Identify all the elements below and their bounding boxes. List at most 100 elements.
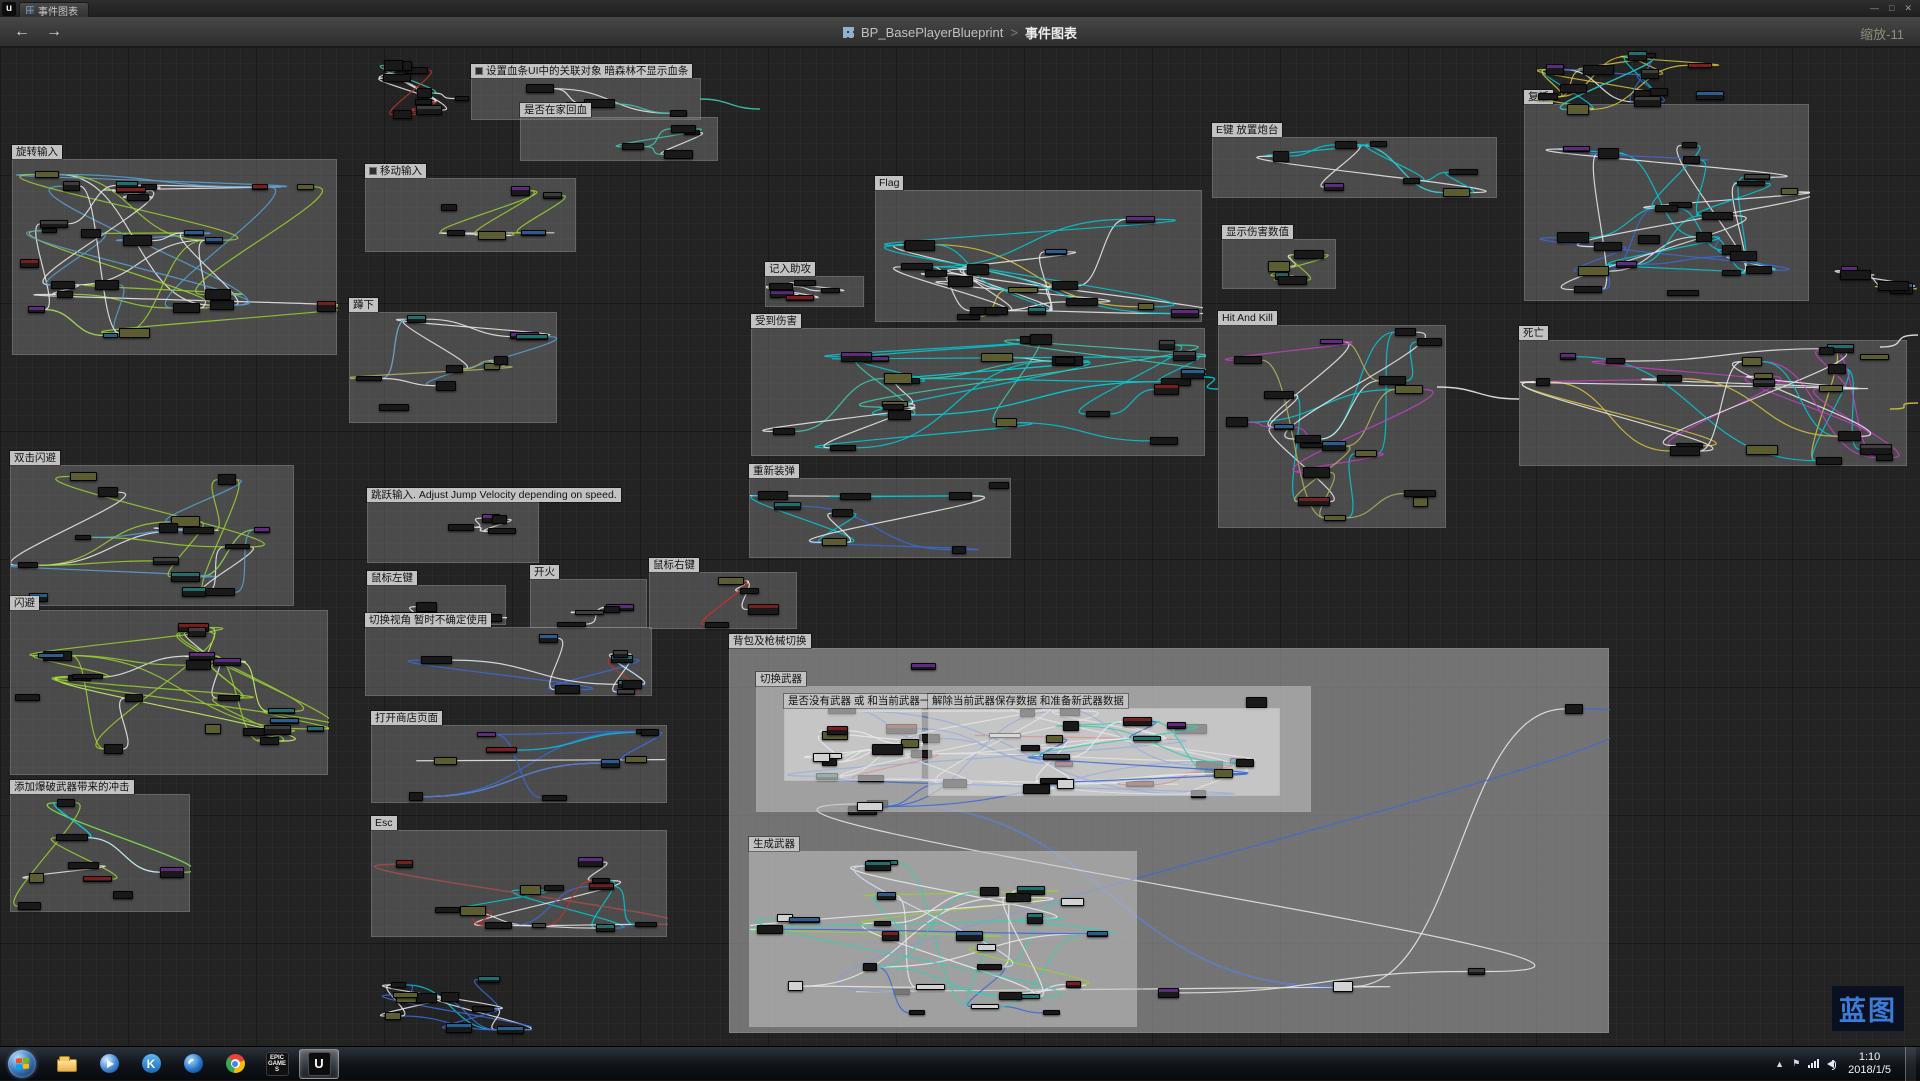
blueprint-node[interactable]	[1295, 435, 1321, 443]
comment-title[interactable]: E键 放置炮台	[1212, 123, 1282, 137]
blueprint-node[interactable]	[40, 220, 67, 227]
blueprint-node[interactable]	[1816, 457, 1843, 465]
blueprint-node[interactable]	[1594, 242, 1622, 250]
blueprint-node[interactable]	[51, 281, 75, 290]
blueprint-node[interactable]	[478, 976, 500, 983]
taskbar-unreal-editor-button[interactable]: U	[299, 1049, 339, 1079]
blueprint-node[interactable]	[1840, 270, 1870, 281]
blueprint-node[interactable]	[840, 493, 871, 499]
blueprint-node[interactable]	[213, 658, 241, 667]
blueprint-node[interactable]	[1746, 445, 1778, 454]
blueprint-node[interactable]	[1063, 721, 1079, 731]
blueprint-node[interactable]	[1641, 69, 1659, 79]
taskbar-epic-launcher-button[interactable]: EPIC GAMES	[257, 1049, 297, 1079]
blueprint-node[interactable]	[42, 228, 57, 233]
blueprint-node[interactable]	[393, 992, 418, 999]
blueprint-node[interactable]	[1753, 379, 1775, 387]
blueprint-node[interactable]	[1226, 417, 1248, 427]
blueprint-node[interactable]	[521, 230, 546, 236]
blueprint-node[interactable]	[1214, 769, 1232, 778]
blueprint-node[interactable]	[1546, 64, 1564, 75]
blueprint-node[interactable]	[409, 792, 423, 800]
blueprint-node[interactable]	[28, 306, 44, 313]
comment-title[interactable]: 是否在家回血	[520, 103, 591, 117]
blueprint-node[interactable]	[1264, 391, 1294, 399]
blueprint-node[interactable]	[916, 984, 945, 990]
blueprint-node[interactable]	[104, 744, 122, 754]
comment-title[interactable]: 重新装弹	[749, 464, 799, 478]
blueprint-node[interactable]	[435, 907, 459, 912]
blueprint-node[interactable]	[1030, 334, 1052, 344]
blueprint-node[interactable]	[254, 527, 270, 533]
comment-group[interactable]: 受到伤害	[751, 328, 1205, 456]
blueprint-node[interactable]	[539, 634, 558, 643]
blueprint-node[interactable]	[1335, 141, 1357, 149]
blueprint-node[interactable]	[1268, 261, 1289, 272]
blueprint-node[interactable]	[416, 993, 437, 1003]
comment-title[interactable]: 蹲下	[349, 298, 378, 312]
blueprint-node[interactable]	[1536, 378, 1550, 386]
blueprint-node[interactable]	[1028, 307, 1046, 315]
blueprint-node[interactable]	[635, 922, 657, 927]
blueprint-node[interactable]	[901, 263, 932, 270]
blueprint-node[interactable]	[1449, 169, 1478, 175]
blueprint-node[interactable]	[1167, 722, 1186, 729]
blueprint-node[interactable]	[718, 577, 744, 585]
comment-title[interactable]: 闪避	[10, 596, 39, 610]
blueprint-node[interactable]	[813, 753, 829, 763]
blueprint-node[interactable]	[980, 887, 998, 896]
blueprint-node[interactable]	[1781, 188, 1798, 195]
blueprint-node[interactable]	[1123, 717, 1152, 726]
blueprint-node[interactable]	[1046, 735, 1063, 743]
blueprint-node[interactable]	[1828, 364, 1846, 373]
blueprint-node[interactable]	[477, 732, 495, 738]
blueprint-node[interactable]	[70, 472, 97, 480]
blueprint-node[interactable]	[297, 184, 314, 191]
comment-group[interactable]: 双击闪避	[10, 465, 294, 606]
action-center-icon[interactable]: ⚑	[1792, 1058, 1800, 1069]
blueprint-node[interactable]	[1055, 357, 1075, 364]
blueprint-node[interactable]	[1370, 141, 1387, 147]
blueprint-node[interactable]	[1682, 142, 1697, 148]
comment-group[interactable]: 是否没有武器 或 和当前武器一样	[784, 708, 922, 781]
blueprint-node[interactable]	[1395, 385, 1423, 394]
blueprint-node[interactable]	[617, 689, 636, 695]
blueprint-node[interactable]	[1628, 51, 1648, 61]
comment-title[interactable]: 记入助攻	[765, 262, 815, 276]
blueprint-node[interactable]	[1638, 235, 1660, 244]
blueprint-node[interactable]	[1027, 913, 1043, 924]
blueprint-node[interactable]	[516, 334, 548, 340]
blueprint-node[interactable]	[317, 301, 336, 311]
blueprint-node[interactable]	[183, 527, 213, 533]
blueprint-node[interactable]	[641, 729, 659, 736]
blueprint-node[interactable]	[989, 482, 1009, 489]
blueprint-node[interactable]	[1860, 354, 1889, 359]
blueprint-node[interactable]	[159, 523, 178, 533]
blueprint-node[interactable]	[1650, 88, 1668, 95]
blueprint-node[interactable]	[1066, 981, 1081, 988]
blueprint-node[interactable]	[1043, 1010, 1059, 1015]
blueprint-node[interactable]	[578, 857, 603, 866]
comment-title[interactable]: 解除当前武器保存数据 和准备新武器数据	[928, 694, 1128, 708]
blueprint-node[interactable]	[485, 922, 512, 929]
blueprint-node[interactable]	[1023, 784, 1050, 794]
blueprint-node[interactable]	[589, 883, 614, 890]
blueprint-node[interactable]	[225, 544, 250, 549]
blueprint-node[interactable]	[865, 861, 891, 870]
comment-title[interactable]: 生成武器	[749, 837, 799, 851]
blueprint-node[interactable]	[393, 110, 412, 118]
blueprint-node[interactable]	[788, 981, 803, 991]
taskbar-chrome-button[interactable]	[215, 1049, 255, 1079]
blueprint-node[interactable]	[949, 492, 972, 500]
comment-group[interactable]: 切换视角 暂时不确定使用	[365, 627, 652, 696]
blueprint-node[interactable]	[63, 181, 80, 191]
blueprint-node[interactable]	[1057, 779, 1074, 788]
blueprint-node[interactable]	[1154, 384, 1179, 394]
comment-title[interactable]: 是否没有武器 或 和当前武器一样	[784, 694, 945, 708]
blueprint-node[interactable]	[1606, 358, 1626, 365]
comment-group[interactable]: 旋转输入	[12, 159, 337, 355]
blueprint-node[interactable]	[407, 315, 426, 323]
blueprint-node[interactable]	[901, 739, 919, 748]
blueprint-node[interactable]	[460, 906, 487, 916]
blueprint-node[interactable]	[1746, 266, 1772, 274]
